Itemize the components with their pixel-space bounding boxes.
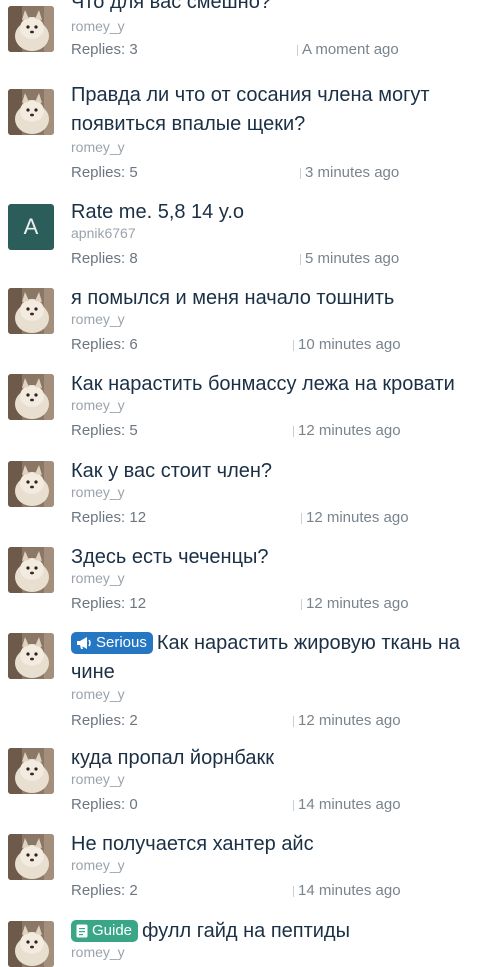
thread-reply-count: Replies: 12 [71,509,147,526]
thread-reply-count: Replies: 2 [71,712,138,729]
thread-author[interactable]: romey_y [71,484,125,500]
thread-title-text[interactable]: Как у вас стоит член? [71,460,272,482]
thread-title-text[interactable]: Как нарастить бонмассу лежа на кровати [71,373,455,395]
thread-reply-count: Replies: 8 [71,250,138,267]
thread-last-activity[interactable]: 10 minutes ago [293,336,401,353]
thread-last-activity[interactable]: 12 minutes ago [301,595,409,612]
thread-last-activity[interactable]: 12 minutes ago [293,422,401,439]
avatar[interactable] [8,89,54,135]
thread-reply-count: Replies: 0 [71,796,138,813]
thread-title[interactable]: Guide фулл гайд на пептиды [71,917,488,946]
thread-prefix-label: Guide [92,922,133,939]
avatar[interactable] [8,633,54,679]
thread-title-text[interactable]: Правда ли что от сосания члена могут поя… [71,84,430,135]
thread-title[interactable]: Как у вас стоит член? [71,457,488,486]
thread-title[interactable]: Не получается хантер айс [71,830,488,859]
thread-last-activity[interactable]: 12 minutes ago [293,712,401,729]
thread-title-text[interactable]: Rate me. 5,8 14 y.o [71,201,244,223]
document-icon [76,922,92,939]
thread-title[interactable]: Rate me. 5,8 14 y.o [71,198,488,227]
thread-author[interactable]: apnik6767 [71,225,136,241]
thread-reply-count: Replies: 5 [71,164,138,181]
avatar[interactable]: A [8,204,54,250]
avatar[interactable] [8,834,54,880]
avatar[interactable] [8,748,54,794]
thread-title[interactable]: Здесь есть чеченцы? [71,543,488,572]
thread-title-text[interactable]: куда пропал йорнбакк [71,747,274,769]
thread-last-activity[interactable]: 14 minutes ago [293,796,401,813]
thread-reply-count: Replies: 12 [71,595,147,612]
thread-title-text[interactable]: фулл гайд на пептиды [142,920,350,942]
thread-author[interactable]: romey_y [71,139,125,155]
avatar[interactable] [8,547,54,593]
thread-title[interactable]: я помылся и меня начало тошнить [71,284,488,313]
thread-title[interactable]: Как нарастить бонмассу лежа на кровати [71,370,488,399]
thread-title-text[interactable]: Здесь есть чеченцы? [71,546,269,568]
avatar[interactable] [8,288,54,334]
thread-author[interactable]: romey_y [71,570,125,586]
avatar[interactable] [8,6,54,52]
thread-prefix-badge[interactable]: Serious [71,632,153,654]
thread-author[interactable]: romey_y [71,771,125,787]
thread-title-text[interactable]: я помылся и меня начало тошнить [71,287,394,309]
thread-last-activity[interactable]: A moment ago [297,41,399,58]
thread-title[interactable]: куда пропал йорнбакк [71,744,488,773]
avatar[interactable] [8,461,54,507]
avatar[interactable] [8,374,54,420]
thread-author[interactable]: romey_y [71,686,125,702]
thread-prefix-badge[interactable]: Guide [71,920,139,942]
thread-reply-count: Replies: 3 [71,41,138,58]
thread-title-text[interactable]: Что для вас смешно? [71,0,271,13]
megaphone-icon [76,634,96,651]
avatar[interactable] [8,921,54,967]
thread-prefix-label: Serious [96,634,147,651]
thread-last-activity[interactable]: 3 minutes ago [299,164,399,181]
thread-author[interactable]: romey_y [71,18,125,34]
thread-title[interactable]: Serious Как нарастить жировую ткань на чи… [71,629,488,687]
avatar-letter: A [23,214,39,239]
thread-author[interactable]: romey_y [71,311,125,327]
thread-title[interactable]: Что для вас смешно? [71,0,488,17]
thread-author[interactable]: romey_y [71,944,125,960]
thread-title-text[interactable]: Не получается хантер айс [71,833,314,855]
thread-last-activity[interactable]: 12 minutes ago [301,509,409,526]
thread-last-activity[interactable]: 5 minutes ago [299,250,399,267]
thread-last-activity[interactable]: 14 minutes ago [293,882,401,899]
thread-author[interactable]: romey_y [71,397,125,413]
thread-author[interactable]: romey_y [71,857,125,873]
thread-title[interactable]: Правда ли что от сосания члена могут поя… [71,81,488,139]
thread-reply-count: Replies: 6 [71,336,138,353]
thread-reply-count: Replies: 5 [71,422,138,439]
thread-reply-count: Replies: 2 [71,882,138,899]
